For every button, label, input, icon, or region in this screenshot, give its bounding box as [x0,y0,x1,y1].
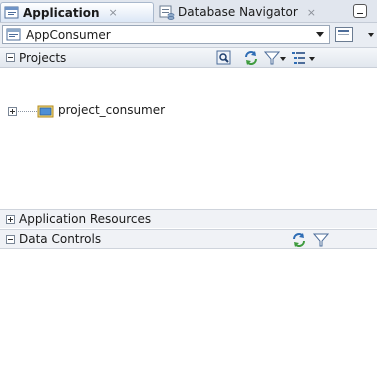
application-select[interactable]: AppConsumer [2,25,330,44]
application-selector-row: AppConsumer [0,23,377,48]
filter-icon[interactable] [264,50,280,66]
filter-dropdown-icon[interactable] [280,57,286,61]
panel-tab-bar: Application × Database Navigator × [0,0,377,23]
application-menu-button[interactable] [335,27,353,42]
folder-icon [37,105,54,118]
application-icon [4,6,19,18]
chevron-down-icon [316,32,324,37]
refresh-icon[interactable] [291,232,307,248]
tab-application-close-icon[interactable]: × [109,6,118,19]
tab-database-navigator-label: Database Navigator [178,5,298,19]
database-navigator-icon [159,5,175,20]
projects-section-header[interactable]: Projects [0,48,377,68]
tree-item-project-consumer[interactable]: project_consumer [0,102,377,120]
projects-section-label: Projects [19,50,67,65]
refresh-icon[interactable] [243,50,259,66]
application-resources-section-label: Application Resources [19,212,152,226]
application-navigator-panel: Application × Database Navigator × AppCo… [0,0,377,366]
filter-icon[interactable] [313,232,329,248]
view-options-icon[interactable] [291,50,307,66]
application-resources-section-header[interactable]: Application Resources [0,209,377,228]
application-workspace-icon [6,28,21,40]
expand-icon[interactable] [6,214,15,224]
search-icon[interactable] [216,50,232,66]
application-select-value: AppConsumer [26,27,111,42]
data-controls-section-label: Data Controls [19,232,102,246]
tree-item-label: project_consumer [58,103,166,117]
application-menu-dropdown-icon[interactable] [368,33,374,37]
tree-connector-line [18,111,37,112]
view-options-dropdown-icon[interactable] [309,57,315,61]
collapse-icon[interactable] [6,234,15,244]
collapse-icon[interactable] [6,53,15,62]
minimize-panel-button[interactable] [353,4,367,18]
data-controls-section-header[interactable]: Data Controls [0,229,377,249]
tab-application-label: Application [23,5,100,20]
data-controls-content [0,250,377,366]
tab-database-navigator[interactable]: Database Navigator × [156,2,346,22]
tab-database-navigator-close-icon[interactable]: × [307,6,316,19]
tab-application[interactable]: Application × [0,2,154,22]
expand-icon[interactable] [8,107,17,116]
